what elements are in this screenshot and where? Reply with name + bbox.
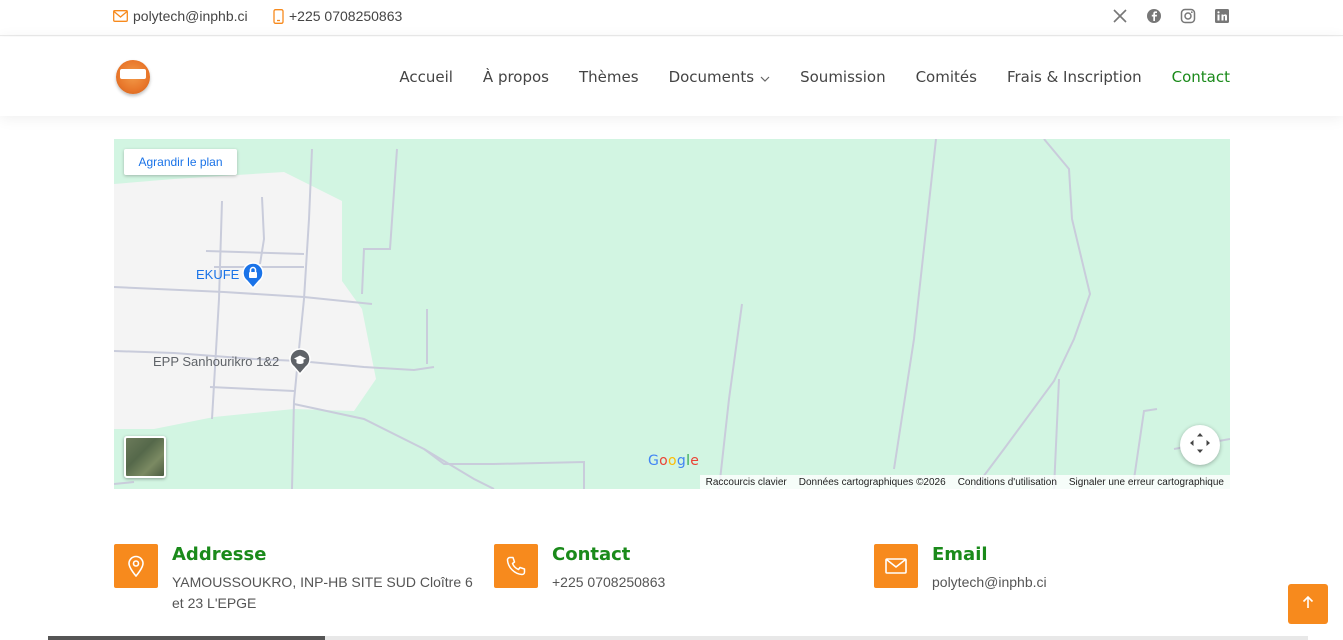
envelope-icon — [874, 544, 918, 588]
enlarge-map-button[interactable]: Agrandir le plan — [124, 149, 237, 175]
email-text[interactable]: polytech@inphb.ci — [932, 572, 1047, 593]
report-error-link[interactable]: Signaler une erreur cartographique — [1069, 477, 1224, 488]
main-nav: Accueil À propos Thèmes Documents Soumis… — [369, 68, 1230, 86]
topbar-phone[interactable]: +225 0708250863 — [273, 8, 402, 24]
map-data-text: Données cartographiques ©2026 — [798, 476, 946, 488]
topbar: polytech@inphb.ci +225 0708250863 — [0, 0, 1343, 36]
arrow-up-icon — [1301, 595, 1315, 614]
nav-accueil[interactable]: Accueil — [399, 68, 453, 86]
google-logo: Google — [648, 453, 700, 469]
satellite-toggle-button[interactable] — [124, 436, 166, 478]
place-epp-sanhourikro[interactable]: EPP Sanhourikro 1&2 — [153, 354, 279, 369]
topbar-email[interactable]: polytech@inphb.ci — [113, 8, 248, 24]
address-text: YAMOUSSOUKRO, INP-HB SITE SUD Cloître 6 … — [172, 574, 473, 611]
map-attribution: Raccourcis clavier Données cartographiqu… — [699, 475, 1230, 489]
linkedin-icon[interactable] — [1214, 8, 1230, 24]
place-ekufe-label: EKUFE — [196, 267, 240, 282]
keyboard-shortcuts-link[interactable]: Raccourcis clavier — [706, 477, 787, 488]
phone-icon — [494, 544, 538, 588]
topbar-email-text: polytech@inphb.ci — [133, 8, 248, 24]
x-twitter-icon[interactable] — [1112, 8, 1128, 24]
contact-text[interactable]: +225 0708250863 — [552, 572, 665, 593]
nav-contact[interactable]: Contact — [1172, 68, 1230, 86]
nav-themes[interactable]: Thèmes — [579, 68, 639, 86]
topbar-phone-text: +225 0708250863 — [289, 8, 403, 24]
logo-banner — [120, 69, 146, 79]
terms-link[interactable]: Conditions d'utilisation — [958, 477, 1057, 488]
page-bottom-divider — [48, 636, 1308, 640]
nav-frais-inscription[interactable]: Frais & Inscription — [1007, 68, 1142, 86]
social-links — [1112, 8, 1230, 24]
address-title: Addresse — [172, 544, 267, 565]
envelope-icon — [113, 10, 128, 22]
nav-soumission[interactable]: Soumission — [800, 68, 885, 86]
facebook-icon[interactable] — [1146, 8, 1162, 24]
email-title: Email — [932, 544, 988, 565]
back-to-top-button[interactable] — [1288, 584, 1328, 624]
place-ekufe[interactable]: EKUFE — [196, 267, 239, 282]
main-header: Accueil À propos Thèmes Documents Soumis… — [0, 37, 1343, 116]
camera-control-button[interactable] — [1180, 425, 1220, 465]
contact-title: Contact — [552, 544, 631, 565]
nav-a-propos[interactable]: À propos — [483, 68, 549, 86]
map-tiles — [114, 139, 1230, 489]
conference-logo-icon[interactable] — [116, 60, 150, 94]
location-pin-icon — [114, 544, 158, 588]
instagram-icon[interactable] — [1180, 8, 1196, 24]
lock-pin-icon[interactable] — [241, 261, 265, 294]
nav-documents[interactable]: Documents — [669, 68, 771, 86]
embedded-map[interactable]: Agrandir le plan EKUFE EPP Sanhourikro 1… — [114, 139, 1230, 489]
phone-icon — [273, 8, 284, 24]
place-epp-label: EPP Sanhourikro 1&2 — [153, 354, 280, 369]
nav-documents-label: Documents — [668, 68, 755, 86]
move-arrows-icon — [1188, 431, 1212, 460]
school-pin-icon[interactable] — [288, 347, 312, 380]
nav-comites[interactable]: Comités — [916, 68, 977, 86]
chevron-down-icon — [760, 68, 770, 86]
